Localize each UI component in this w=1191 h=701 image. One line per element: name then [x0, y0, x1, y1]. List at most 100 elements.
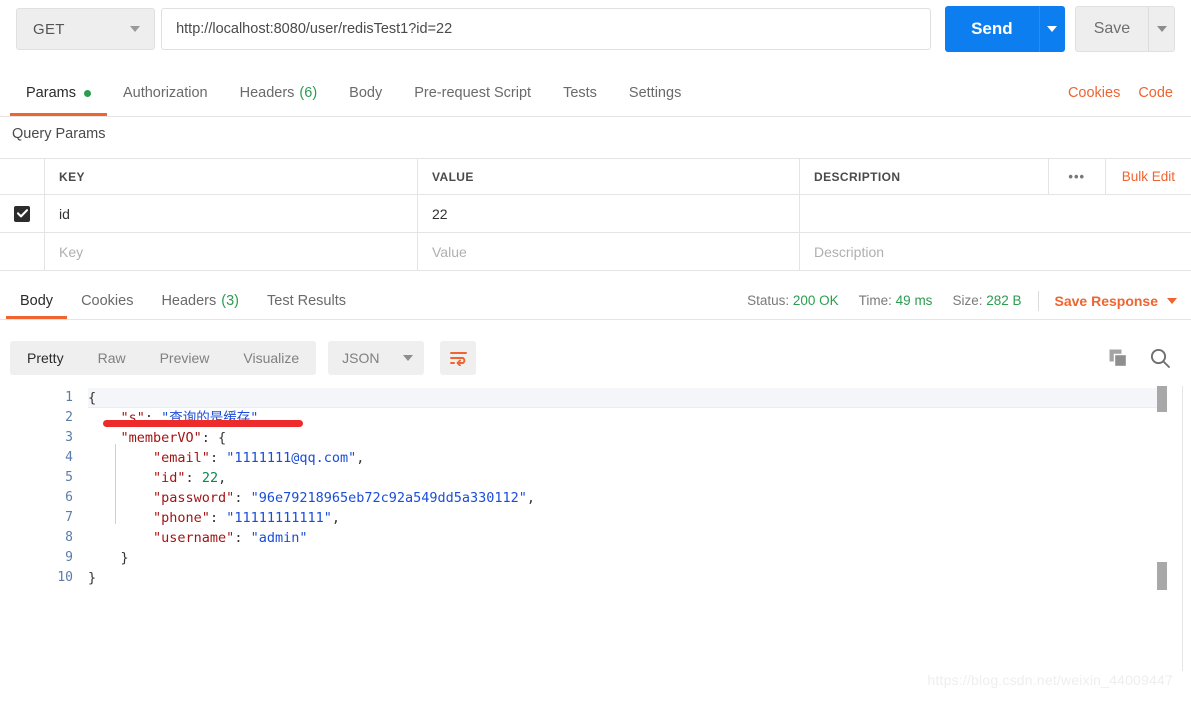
divider	[1037, 290, 1039, 311]
code-token: :	[185, 470, 202, 486]
param-key-input[interactable]: id	[45, 195, 418, 232]
vertical-scrollbar-thumb[interactable]	[1157, 386, 1167, 412]
search-icon	[1150, 348, 1170, 368]
send-button-group: Send	[945, 6, 1065, 52]
response-tab-test-results[interactable]: Test Results	[253, 282, 360, 319]
line-number: 3	[65, 430, 73, 445]
code-link[interactable]: Code	[1138, 85, 1173, 101]
view-visualize[interactable]: Visualize	[226, 341, 316, 375]
response-tab-headers-count: (3)	[221, 292, 239, 309]
bulk-edit-button[interactable]: Bulk Edit	[1106, 159, 1191, 195]
row-checkbox-cell-empty	[0, 233, 45, 270]
tab-authorization[interactable]: Authorization	[107, 70, 224, 116]
format-select[interactable]: JSON	[328, 341, 425, 375]
code-token: "memberVO"	[120, 430, 202, 446]
chevron-down-icon	[1167, 297, 1177, 304]
response-tab-headers[interactable]: Headers (3)	[147, 282, 253, 319]
param-description-input[interactable]	[800, 195, 1191, 232]
vertical-scrollbar-marker[interactable]	[1157, 562, 1167, 590]
save-button[interactable]: Save	[1075, 7, 1149, 51]
tab-headers-count: (6)	[299, 85, 318, 101]
new-param-value-input[interactable]: Value	[418, 233, 800, 270]
send-button[interactable]: Send	[945, 6, 1039, 52]
code-token: "admin"	[250, 530, 308, 546]
tab-authorization-label: Authorization	[122, 85, 208, 101]
new-param-description-input[interactable]: Description	[800, 233, 1191, 270]
code-token: {	[88, 390, 97, 406]
request-bar: GET http://localhost:8080/user/redisTest…	[0, 0, 1191, 58]
request-tabs: Params Authorization Headers (6) Body Pr…	[0, 70, 1191, 117]
word-wrap-button[interactable]	[440, 341, 477, 375]
code-token: :	[209, 510, 227, 526]
http-method-select[interactable]: GET	[16, 8, 156, 50]
table-row-empty: Key Value Description	[0, 233, 1191, 271]
search-button[interactable]	[1149, 347, 1171, 369]
new-param-key-input[interactable]: Key	[45, 233, 418, 270]
tab-settings[interactable]: Settings	[613, 70, 697, 116]
row-enabled-checkbox[interactable]	[14, 205, 30, 222]
response-toolbar-right	[1108, 347, 1191, 369]
response-body-toolbar: Pretty Raw Preview Visualize JSON	[0, 332, 1191, 384]
tab-params[interactable]: Params	[10, 70, 107, 116]
line-number: 10	[57, 570, 73, 585]
tab-params-label: Params	[26, 85, 76, 101]
table-actions: ••• Bulk Edit	[1047, 158, 1191, 195]
response-tab-body[interactable]: Body	[6, 282, 68, 319]
line-number-gutter: 1 2 3 4 5 6 7 8 9 10	[0, 386, 83, 671]
line-number: 4	[65, 450, 73, 465]
watermark: https://blog.csdn.net/weixin_44009447	[927, 672, 1173, 688]
response-body-code-viewer[interactable]: 1 2 3 4 5 6 7 8 9 10 { "s": "查询的是缓存", "memberVO":…	[0, 386, 1191, 671]
tab-headers[interactable]: Headers (6)	[224, 70, 334, 116]
time-value: 49 ms	[895, 293, 933, 308]
code-token: "password"	[153, 490, 235, 506]
table-row: id 22	[0, 195, 1191, 233]
http-method-label: GET	[33, 20, 65, 38]
tab-pre-request-script-label: Pre-request Script	[414, 85, 532, 101]
copy-button[interactable]	[1108, 348, 1129, 369]
code-token: }	[88, 570, 97, 586]
query-params-title: Query Params	[12, 126, 106, 142]
response-tab-cookies[interactable]: Cookies	[67, 282, 147, 319]
code-token: "id"	[153, 470, 186, 486]
column-header-key: KEY	[45, 159, 418, 194]
code-line: }	[88, 568, 1165, 588]
status-badge: 200 OK	[792, 293, 839, 308]
view-preview[interactable]: Preview	[143, 341, 227, 375]
save-options-button[interactable]	[1148, 7, 1174, 51]
save-response-button[interactable]: Save Response	[1055, 293, 1177, 309]
time-label: Time:	[858, 293, 892, 308]
line-number: 5	[65, 470, 73, 485]
tab-headers-label: Headers	[239, 85, 295, 101]
column-header-value: VALUE	[418, 159, 800, 194]
url-text: http://localhost:8080/user/redisTest1?id…	[176, 21, 453, 37]
response-tab-body-label: Body	[20, 292, 54, 309]
code-token: ,	[356, 450, 365, 466]
response-meta: Status: 200 OK Time: 49 ms Size: 282 B S…	[727, 282, 1191, 319]
tab-tests[interactable]: Tests	[547, 70, 613, 116]
red-underline-annotation	[103, 420, 303, 427]
tab-pre-request-script[interactable]: Pre-request Script	[398, 70, 547, 116]
code-token: "1111111@qq.com"	[226, 450, 357, 466]
more-options-icon[interactable]: •••	[1047, 158, 1106, 195]
code-token: "username"	[153, 530, 235, 546]
url-input[interactable]: http://localhost:8080/user/redisTest1?id…	[161, 8, 932, 50]
view-pretty[interactable]: Pretty	[10, 341, 81, 375]
column-header-description-cell: DESCRIPTION ••• Bulk Edit	[800, 158, 1191, 195]
code-token: "11111111111"	[226, 510, 332, 526]
code-token: : {	[201, 430, 227, 446]
code-line: "username": "admin"	[88, 528, 1165, 548]
param-value-input[interactable]: 22	[418, 195, 800, 232]
size-value: 282 B	[986, 293, 1022, 308]
size-label: Size:	[952, 293, 983, 308]
query-params-table: KEY VALUE DESCRIPTION ••• Bulk Edit id 2…	[0, 158, 1191, 271]
cookies-link[interactable]: Cookies	[1068, 85, 1120, 101]
chevron-down-icon	[130, 26, 141, 32]
column-header-description: DESCRIPTION	[814, 169, 901, 184]
tab-body[interactable]: Body	[333, 70, 398, 116]
view-raw[interactable]: Raw	[81, 341, 143, 375]
word-wrap-icon	[449, 351, 467, 366]
code-token: }	[120, 550, 129, 566]
send-options-button[interactable]	[1038, 6, 1065, 52]
code-line: "id": 22,	[88, 468, 1165, 488]
response-tab-cookies-label: Cookies	[81, 292, 134, 309]
